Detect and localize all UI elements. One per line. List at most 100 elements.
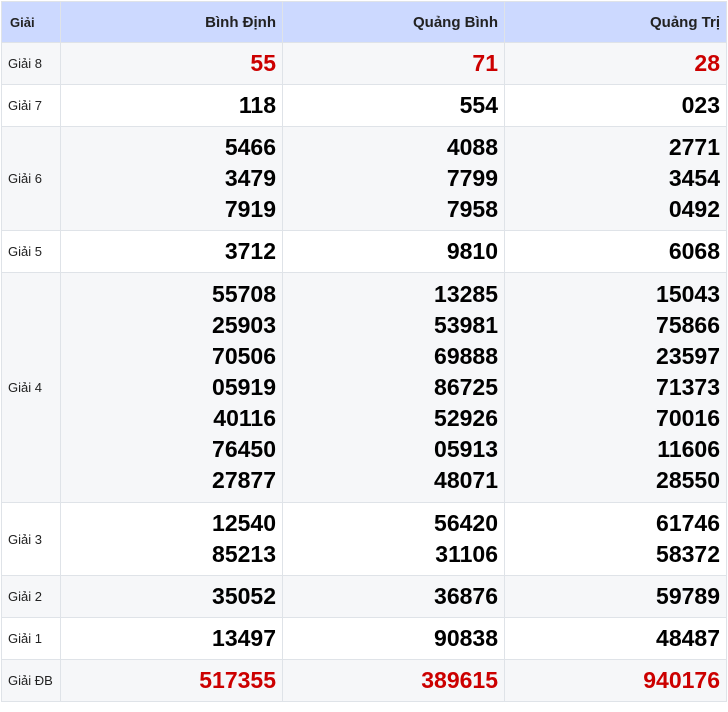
province-header-quang-binh: Quảng Bình: [282, 1, 505, 43]
result-number: 52926: [434, 405, 498, 431]
result-cell: 28: [504, 42, 727, 85]
prize-label: Giải 8: [1, 42, 61, 85]
lottery-results-table: Giải Bình Định Quảng Bình Quảng Trị Giải…: [1, 1, 727, 702]
prize-label: Giải ĐB: [1, 659, 61, 702]
result-cell: 389615: [282, 659, 505, 702]
prize-column-header: Giải: [1, 1, 61, 43]
result-number: 940176: [643, 667, 720, 693]
prize-row: Giải 2 35052 36876 59789: [1, 575, 727, 618]
result-number: 28: [694, 50, 720, 76]
result-number: 61746: [656, 510, 720, 536]
result-number: 59789: [656, 583, 720, 609]
prize-row: Giải 4 55708 25903 70506 05919 40116 76450 2787…: [1, 272, 727, 503]
result-number: 76450: [212, 436, 276, 462]
result-number: 7919: [224, 196, 276, 222]
result-number: 3454: [668, 165, 720, 191]
prize-row: Giải 8 55 71 28: [1, 42, 727, 85]
prize-label: Giải 7: [1, 84, 61, 127]
result-number: 53981: [434, 312, 498, 338]
result-cell: 36876: [282, 575, 505, 618]
result-number: 3479: [224, 165, 276, 191]
result-number: 70506: [212, 343, 276, 369]
result-cell: 554: [282, 84, 505, 127]
result-number: 55: [250, 50, 276, 76]
prize-label: Giải 1: [1, 617, 61, 660]
result-cell: 023: [504, 84, 727, 127]
result-cell: 13285 53981 69888 86725 52926 05913 48071: [282, 272, 505, 503]
result-cell: 6068: [504, 230, 727, 273]
result-cell: 517355: [60, 659, 283, 702]
prize-row: Giải 1 13497 90838 48487: [1, 617, 727, 660]
result-number: 13497: [212, 625, 276, 651]
result-number: 56420: [434, 510, 498, 536]
result-number: 35052: [212, 583, 276, 609]
result-number: 9810: [446, 238, 498, 264]
result-number: 5466: [224, 134, 276, 160]
results-body: Giải 8 55 71 28 Giải 7 118 554 023 Giải 6 5466 347…: [1, 42, 727, 702]
result-number: 90838: [434, 625, 498, 651]
result-number: 11606: [657, 436, 720, 462]
result-cell: 5466 3479 7919: [60, 126, 283, 231]
result-number: 517355: [199, 667, 276, 693]
result-number: 75866: [656, 312, 720, 338]
result-cell: 2771 3454 0492: [504, 126, 727, 231]
province-header-quang-tri: Quảng Trị: [504, 1, 727, 43]
prize-label: Giải 3: [1, 502, 61, 576]
prize-label: Giải 2: [1, 575, 61, 618]
header-row: Giải Bình Định Quảng Bình Quảng Trị: [1, 1, 727, 43]
result-number: 23597: [656, 343, 720, 369]
result-number: 48071: [434, 467, 498, 493]
result-cell: 12540 85213: [60, 502, 283, 576]
result-number: 71373: [656, 374, 720, 400]
result-cell: 15043 75866 23597 71373 70016 11606 28550: [504, 272, 727, 503]
result-number: 70016: [656, 405, 720, 431]
prize-row: Giải 6 5466 3479 7919 4088 7799 7958 2771 3454 04…: [1, 126, 727, 231]
prize-row: Giải ĐB 517355 389615 940176: [1, 659, 727, 702]
result-number: 31106: [435, 541, 498, 567]
result-cell: 59789: [504, 575, 727, 618]
result-number: 71: [472, 50, 498, 76]
result-cell: 940176: [504, 659, 727, 702]
prize-row: Giải 3 12540 85213 56420 31106 61746 58372: [1, 502, 727, 576]
result-number: 27877: [212, 467, 276, 493]
result-cell: 118: [60, 84, 283, 127]
result-number: 389615: [421, 667, 498, 693]
result-cell: 4088 7799 7958: [282, 126, 505, 231]
prize-row: Giải 7 118 554 023: [1, 84, 727, 127]
result-number: 4088: [446, 134, 498, 160]
result-cell: 55708 25903 70506 05919 40116 76450 27877: [60, 272, 283, 503]
result-number: 0492: [668, 196, 720, 222]
result-cell: 90838: [282, 617, 505, 660]
result-cell: 3712: [60, 230, 283, 273]
prize-label: Giải 6: [1, 126, 61, 231]
result-cell: 56420 31106: [282, 502, 505, 576]
result-number: 36876: [434, 583, 498, 609]
result-number: 12540: [212, 510, 276, 536]
result-cell: 55: [60, 42, 283, 85]
result-number: 2771: [668, 134, 720, 160]
result-number: 55708: [212, 281, 276, 307]
result-number: 05913: [434, 436, 498, 462]
result-number: 86725: [434, 374, 498, 400]
result-number: 118: [238, 92, 276, 118]
result-number: 3712: [224, 238, 276, 264]
result-number: 28550: [656, 467, 720, 493]
result-number: 6068: [668, 238, 720, 264]
prize-row: Giải 5 3712 9810 6068: [1, 230, 727, 273]
result-cell: 13497: [60, 617, 283, 660]
result-number: 85213: [212, 541, 276, 567]
result-number: 69888: [434, 343, 498, 369]
result-number: 48487: [656, 625, 720, 651]
result-cell: 61746 58372: [504, 502, 727, 576]
result-number: 13285: [434, 281, 498, 307]
province-header-binh-dinh: Bình Định: [60, 1, 283, 43]
result-cell: 35052: [60, 575, 283, 618]
result-cell: 9810: [282, 230, 505, 273]
result-number: 25903: [212, 312, 276, 338]
result-number: 05919: [212, 374, 276, 400]
result-number: 554: [459, 92, 498, 118]
result-number: 58372: [656, 541, 720, 567]
result-number: 7958: [446, 196, 498, 222]
result-number: 7799: [446, 165, 498, 191]
prize-label: Giải 4: [1, 272, 61, 503]
